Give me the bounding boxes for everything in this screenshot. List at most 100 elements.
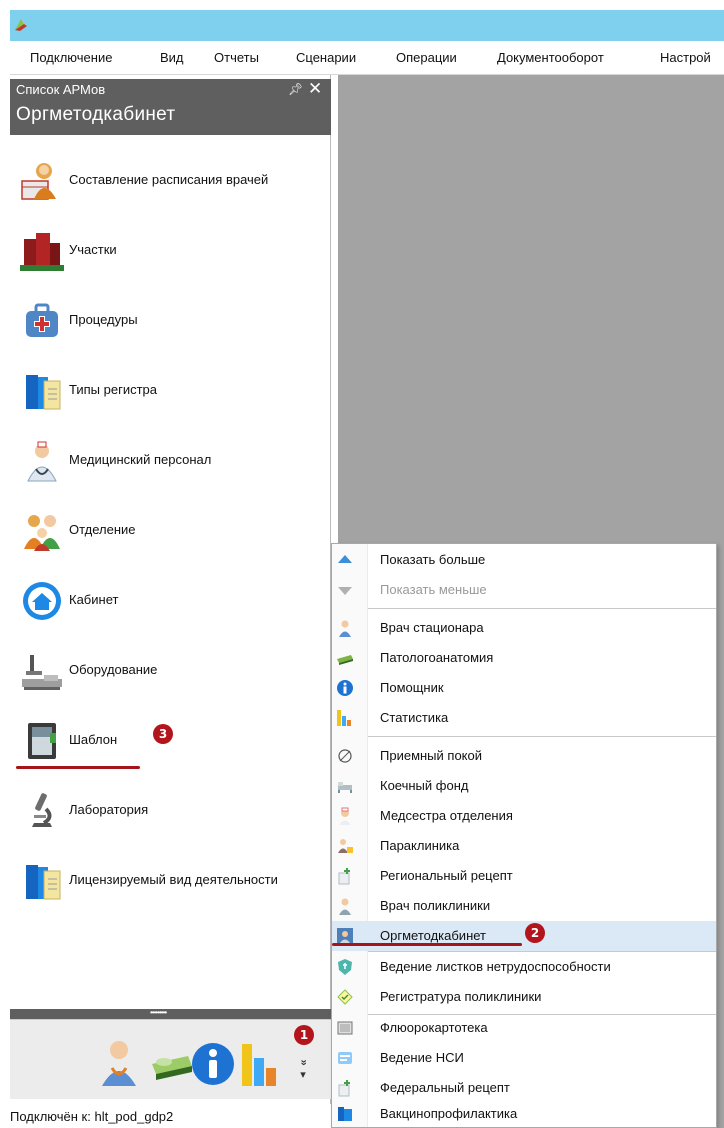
arm-item-register-types[interactable]: Типы регистра	[10, 366, 330, 416]
arrow-up-icon	[338, 555, 352, 563]
menu-item-reception[interactable]: Приемный покой	[332, 741, 716, 771]
reception-icon	[338, 749, 352, 763]
annotation-underline-orgmethod	[332, 943, 522, 946]
annotation-badge-1: 1	[294, 1025, 314, 1045]
arm-item-label: Оборудование	[69, 662, 158, 677]
template-book-icon	[28, 723, 56, 759]
arm-item-label: Составление расписания врачей	[69, 172, 269, 187]
binders-icon	[26, 865, 61, 900]
doctor-schedule-icon	[21, 163, 56, 200]
panel-title: Оргметодкабинет	[16, 104, 176, 125]
statistics-chart-icon	[337, 710, 351, 726]
grip-dots-icon: •••••••••	[150, 1008, 167, 1017]
annotation-badge-2: 2	[525, 923, 545, 943]
arm-item-label: Медицинский персонал	[69, 452, 212, 467]
menu-item-hospital-doctor[interactable]: Врач стационара	[332, 613, 716, 643]
pathology-bed-icon[interactable]	[148, 1038, 194, 1088]
statistics-chart-icon[interactable]	[238, 1038, 284, 1088]
arm-item-medical-staff[interactable]: Медицинский персонал	[10, 436, 330, 486]
regional-recipe-icon	[338, 868, 350, 885]
microscope-icon	[32, 793, 52, 827]
paraclinic-icon	[338, 839, 353, 853]
first-aid-kit-icon	[26, 303, 58, 337]
more-workstations-menu: Показать больше Показать меньше Врач ста…	[331, 543, 717, 1128]
arm-item-label: Отделение	[69, 522, 136, 537]
arrow-down-icon	[338, 587, 352, 595]
federal-recipe-icon	[338, 1080, 350, 1097]
arm-item-label: Процедуры	[69, 312, 138, 327]
nsi-icon	[338, 1052, 352, 1064]
menu-bar: Подключение Вид Отчеты Сценарии Операции…	[10, 41, 724, 75]
chevron-double-down-icon[interactable]: » ▾	[296, 1058, 310, 1080]
arm-item-label: Участки	[69, 242, 117, 257]
arm-item-cabinet[interactable]: Кабинет	[10, 576, 330, 626]
arm-item-licensed-activity[interactable]: Лицензируемый вид деятельности	[10, 856, 330, 906]
menu-item-nurse[interactable]: Медсестра отделения	[332, 801, 716, 831]
menu-item-bed-fund[interactable]: Коечный фонд	[332, 771, 716, 801]
nurse-icon	[339, 807, 351, 825]
menu-item-statistics[interactable]: Статистика	[332, 703, 716, 733]
menu-item-fluoro-file[interactable]: Флюорокартотека	[332, 1013, 716, 1043]
arm-item-department[interactable]: Отделение	[10, 506, 330, 556]
arm-list-panel: Список АРМов 📌︎ ✕ Оргметодкабинет Состав…	[10, 75, 331, 1128]
menu-separator	[368, 736, 716, 737]
buildings-icon	[20, 233, 64, 271]
menu-item-orgmethod-cabinet[interactable]: Оргметодкабинет	[332, 921, 716, 951]
menu-item-pathology[interactable]: Патологоанатомия	[332, 643, 716, 673]
annotation-underline-template	[16, 766, 140, 769]
medical-staff-icon	[27, 441, 57, 482]
close-icon[interactable]: ✕	[308, 79, 322, 99]
menu-connection[interactable]: Подключение	[30, 50, 112, 65]
pathology-bed-icon	[337, 655, 353, 665]
people-group-icon	[24, 515, 60, 551]
menu-item-regional-recipe[interactable]: Региональный рецепт	[332, 861, 716, 891]
quick-launch-bar: » ▾	[10, 1019, 331, 1099]
doctor-icon	[339, 620, 351, 637]
menu-item-sick-leave[interactable]: Ведение листков нетрудоспособности	[332, 952, 716, 982]
title-bar	[10, 10, 724, 41]
arm-item-label: Шаблон	[69, 732, 118, 747]
arm-item-label: Лицензируемый вид деятельности	[69, 872, 278, 887]
arm-item-equipment[interactable]: Оборудование	[10, 646, 330, 696]
panel-splitter[interactable]: •••••••••	[10, 1009, 331, 1019]
arm-item-schedule[interactable]: Составление расписания врачей	[10, 156, 330, 206]
menu-operations[interactable]: Операции	[396, 50, 457, 65]
panel-caption: Список АРМов	[16, 82, 106, 97]
home-icon	[23, 582, 61, 620]
info-icon	[337, 680, 353, 696]
app-logo-icon	[15, 19, 27, 31]
connection-status: Подключён к: hlt_pod_gdp2	[10, 1109, 174, 1124]
registry-icon	[337, 989, 353, 1005]
menu-item-polyclinic-doctor[interactable]: Врач поликлиники	[332, 891, 716, 921]
arm-item-label: Типы регистра	[69, 382, 158, 397]
menu-view[interactable]: Вид	[160, 50, 184, 65]
arm-item-label: Лаборатория	[69, 802, 149, 817]
menu-document-flow[interactable]: Документооборот	[497, 50, 604, 65]
menu-separator	[368, 608, 716, 609]
menu-item-show-more[interactable]: Показать больше	[332, 545, 716, 575]
fluoro-file-icon	[337, 1021, 353, 1035]
bed-icon	[338, 782, 352, 793]
menu-settings[interactable]: Настрой	[660, 50, 711, 65]
menu-item-polyclinic-registry[interactable]: Регистратура поликлиники	[332, 982, 716, 1012]
pin-icon[interactable]: 📌︎	[288, 82, 303, 96]
polyclinic-doctor-icon	[339, 898, 351, 915]
vaccine-icon	[338, 1107, 352, 1121]
menu-item-paraclinic[interactable]: Параклиника	[332, 831, 716, 861]
arm-item-districts[interactable]: Участки	[10, 226, 330, 276]
menu-item-vaccination[interactable]: Вакцинопрофилактика	[332, 1099, 716, 1128]
doctor-icon[interactable]	[96, 1038, 142, 1088]
annotation-badge-3: 3	[153, 724, 173, 744]
menu-scenarios[interactable]: Сценарии	[296, 50, 356, 65]
sick-leave-icon	[338, 959, 352, 975]
panel-header: Список АРМов 📌︎ ✕ Оргметодкабинет	[10, 79, 331, 135]
info-icon[interactable]	[190, 1038, 236, 1088]
arm-item-laboratory[interactable]: Лаборатория	[10, 786, 330, 836]
microscope-equipment-icon	[22, 655, 62, 690]
menu-item-nsi[interactable]: Ведение НСИ	[332, 1043, 716, 1073]
arm-item-procedures[interactable]: Процедуры	[10, 296, 330, 346]
menu-reports[interactable]: Отчеты	[214, 50, 259, 65]
menu-item-show-less[interactable]: Показать меньше	[332, 575, 716, 605]
menu-item-assistant[interactable]: Помощник	[332, 673, 716, 703]
status-bar: Подключён к: hlt_pod_gdp2	[10, 1104, 331, 1128]
